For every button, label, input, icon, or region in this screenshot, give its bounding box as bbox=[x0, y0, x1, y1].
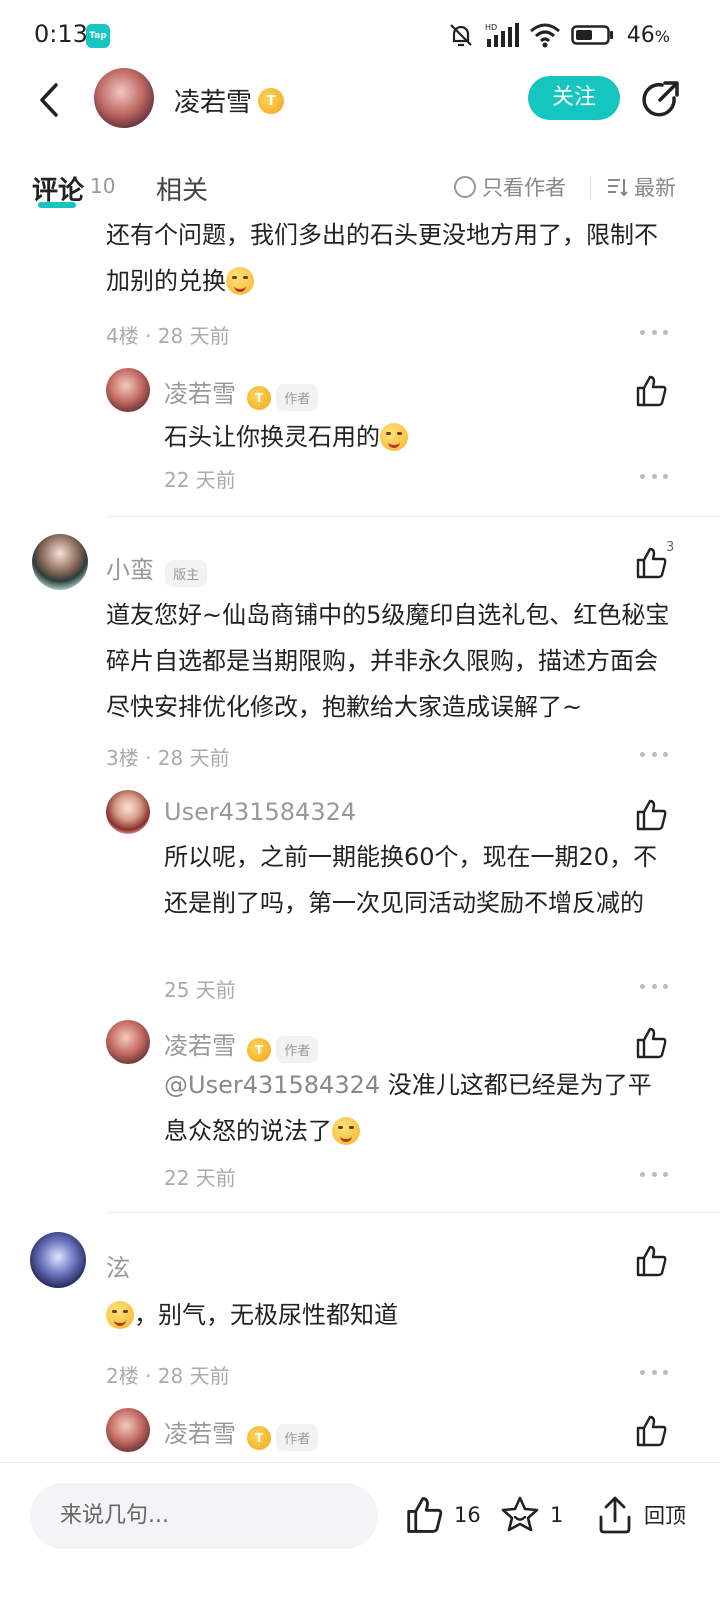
like-count: 3 bbox=[666, 540, 675, 555]
post-header: 凌若雪 T 关注 bbox=[0, 68, 720, 132]
more-icon[interactable] bbox=[640, 474, 668, 482]
back-icon bbox=[40, 83, 58, 117]
drool-emoji-icon bbox=[380, 423, 408, 451]
author-only-toggle[interactable]: 只看作者 bbox=[454, 172, 566, 202]
sort-button[interactable]: 最新 bbox=[606, 172, 676, 202]
follow-button[interactable]: 关注 bbox=[528, 76, 620, 120]
mention-link[interactable]: @User431584324 bbox=[164, 1071, 380, 1099]
like-count: 16 bbox=[454, 1503, 481, 1527]
avatar[interactable] bbox=[30, 1232, 86, 1288]
wifi-icon bbox=[529, 23, 560, 48]
avatar[interactable] bbox=[106, 1408, 150, 1452]
reply-author-name[interactable]: 凌若雪 bbox=[164, 1032, 236, 1060]
reply-author-name[interactable]: 凌若雪 bbox=[164, 380, 236, 408]
share-button[interactable] bbox=[638, 78, 682, 122]
more-icon[interactable] bbox=[640, 1370, 668, 1378]
more-icon[interactable] bbox=[640, 1172, 668, 1180]
divider bbox=[106, 516, 720, 517]
back-to-top-label: 回顶 bbox=[644, 1504, 686, 1528]
more-icon[interactable] bbox=[640, 752, 668, 760]
reply-time: 22 天前 bbox=[164, 1166, 236, 1190]
reply-author-name[interactable]: User431584324 bbox=[164, 798, 356, 826]
commenter-name[interactable]: 小蛮 bbox=[106, 556, 154, 584]
tab-underline bbox=[38, 202, 76, 208]
more-icon[interactable] bbox=[640, 984, 668, 992]
reply-header: 凌若雪 T 作者 bbox=[164, 1414, 319, 1451]
comment-meta: 4楼 · 28 天前 bbox=[106, 324, 230, 348]
more-icon[interactable] bbox=[640, 330, 668, 338]
thumbs-up-icon[interactable] bbox=[634, 374, 668, 408]
reply-text: 所以呢，之前一期能换60个，现在一期20，不还是削了吗，第一次见同活动奖励不增反… bbox=[164, 843, 658, 917]
moderator-tag: 版主 bbox=[165, 560, 208, 587]
comment-header: 小蛮 版主 bbox=[106, 550, 208, 587]
thumbs-up-icon[interactable] bbox=[634, 798, 668, 832]
status-time: 0:13 bbox=[34, 20, 88, 48]
comment-tabs: 评论 10 相关 只看作者 最新 bbox=[0, 160, 720, 216]
reply-text: 石头让你换灵石用的 bbox=[164, 414, 408, 460]
comment-text: 道友您好~仙岛商铺中的5级魔印自选礼包、红色秘宝碎片自选都是当期限购，并非永久限… bbox=[106, 601, 670, 721]
avatar[interactable] bbox=[106, 790, 150, 834]
svg-text:HD: HD bbox=[485, 23, 497, 32]
author-tag: 作者 bbox=[276, 1424, 319, 1451]
back-button[interactable] bbox=[30, 80, 70, 120]
back-to-top-button[interactable]: 回顶 bbox=[596, 1495, 686, 1535]
like-button[interactable]: 16 bbox=[404, 1495, 481, 1535]
status-icons: HD 46% bbox=[447, 20, 670, 50]
reply-text: @User431584324 没准儿这都已经是为了平息众怒的说法了 bbox=[164, 1071, 652, 1145]
comment-input[interactable]: 来说几句... bbox=[30, 1483, 378, 1549]
thumbs-up-icon[interactable] bbox=[634, 1244, 668, 1278]
author-avatar[interactable] bbox=[94, 68, 154, 128]
author-tag: 作者 bbox=[276, 384, 319, 411]
thumbs-up-icon[interactable] bbox=[634, 546, 668, 580]
signal-icon: HD bbox=[485, 23, 519, 47]
tap-app-icon: Tap bbox=[86, 24, 110, 48]
reply-time: 22 天前 bbox=[164, 468, 236, 492]
level-badge-icon: T bbox=[247, 385, 272, 410]
radio-icon bbox=[454, 176, 476, 198]
divider bbox=[106, 1212, 720, 1213]
tab-related[interactable]: 相关 bbox=[156, 170, 208, 207]
grin-emoji-icon bbox=[226, 267, 254, 295]
mute-bell-icon bbox=[450, 24, 472, 47]
smile-emoji-icon bbox=[332, 1117, 360, 1145]
author-only-label: 只看作者 bbox=[482, 176, 566, 200]
avatar[interactable] bbox=[106, 368, 150, 412]
author-name[interactable]: 凌若雪 bbox=[174, 82, 252, 119]
battery-percent: 46% bbox=[626, 22, 670, 48]
favorite-button[interactable]: 1 bbox=[500, 1495, 563, 1535]
comment-list: 还有个问题，我们多出的石头更没地方用了，限制不加别的兑换 4楼 · 28 天前 … bbox=[0, 218, 720, 1462]
reply-time: 25 天前 bbox=[164, 978, 236, 1002]
bottom-action-bar: 来说几句... 16 1 回顶 bbox=[0, 1462, 720, 1600]
upload-top-icon bbox=[599, 1496, 631, 1534]
thumbs-up-icon bbox=[407, 1497, 443, 1533]
sort-icon bbox=[608, 179, 628, 197]
battery-icon bbox=[571, 25, 613, 45]
author-tag: 作者 bbox=[276, 1036, 319, 1063]
avatar[interactable] bbox=[32, 534, 88, 590]
reply-header: 凌若雪 T 作者 bbox=[164, 1026, 319, 1063]
comment-meta: 3楼 · 28 天前 bbox=[106, 746, 230, 770]
level-badge-icon: T bbox=[247, 1425, 272, 1450]
comment-text: 还有个问题，我们多出的石头更没地方用了，限制不加别的兑换 bbox=[106, 221, 658, 295]
comment-meta: 2楼 · 28 天前 bbox=[106, 1364, 230, 1388]
smile-emoji-icon bbox=[106, 1301, 134, 1329]
reply-author-name[interactable]: 凌若雪 bbox=[164, 1420, 236, 1448]
level-badge-icon: T bbox=[258, 88, 284, 114]
thumbs-up-icon[interactable] bbox=[634, 1414, 668, 1448]
commenter-name[interactable]: 泫 bbox=[106, 1248, 130, 1283]
favorite-count: 1 bbox=[550, 1503, 564, 1527]
divider bbox=[590, 176, 591, 200]
star-icon bbox=[501, 1496, 539, 1532]
sort-label: 最新 bbox=[634, 176, 676, 200]
comments-count: 10 bbox=[90, 174, 116, 198]
level-badge-icon: T bbox=[247, 1037, 272, 1062]
avatar[interactable] bbox=[106, 1020, 150, 1064]
thumbs-up-icon[interactable] bbox=[634, 1026, 668, 1060]
reply-header: 凌若雪 T 作者 bbox=[164, 374, 319, 411]
share-icon bbox=[642, 81, 679, 117]
comment-text: ，别气，无极尿性都知道 bbox=[106, 1292, 398, 1338]
status-bar: 0:13 Tap HD 46% bbox=[0, 0, 720, 70]
